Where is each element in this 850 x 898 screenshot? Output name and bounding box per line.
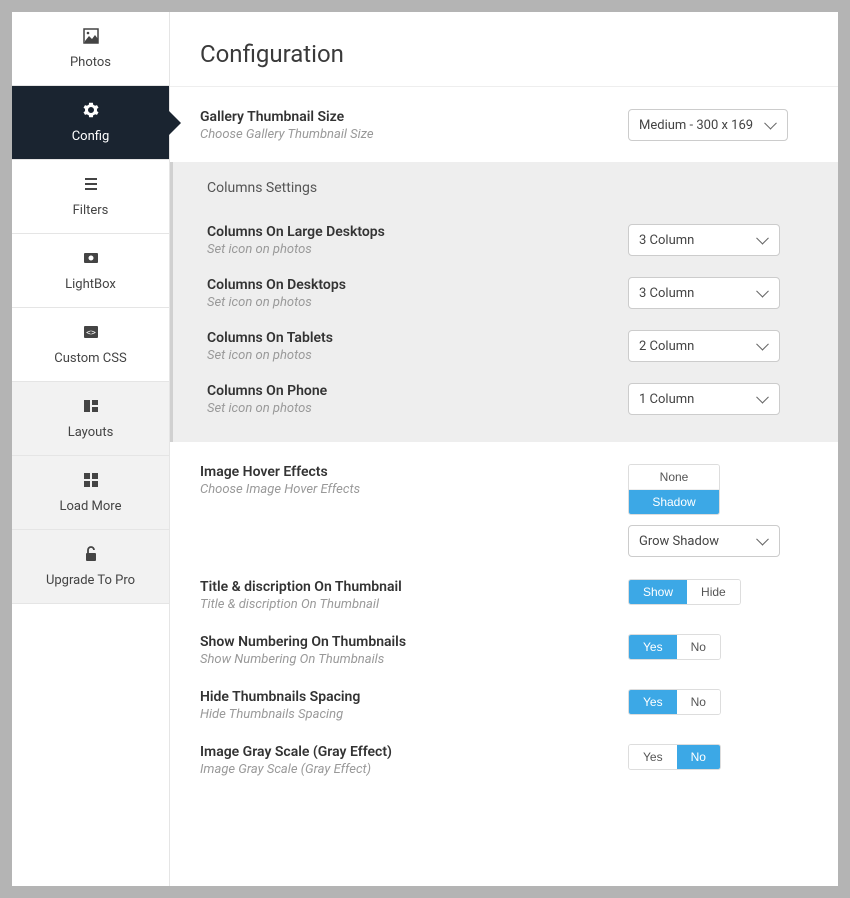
setting-desc: Choose Image Hover Effects [200,482,608,497]
hover-effects-toggle: None Shadow [628,464,720,515]
no-button[interactable]: No [677,635,720,659]
main-content: Configuration Gallery Thumbnail Size Cho… [170,12,838,886]
setting-desc: Set icon on photos [207,348,608,363]
setting-desc: Set icon on photos [207,242,608,257]
sidebar-item-photos[interactable]: Photos [12,12,169,86]
sidebar-item-label: Layouts [68,425,114,440]
col-desktop-select[interactable]: 3 Column [628,277,780,309]
show-button[interactable]: Show [629,580,687,604]
spacing-toggle: Yes No [628,689,721,715]
sidebar: Photos Config Filters LightBox <> Custom… [12,12,170,886]
setting-thumbnail-size: Gallery Thumbnail Size Choose Gallery Th… [170,87,838,142]
page-header: Configuration [170,12,838,87]
setting-label: Columns On Tablets [207,330,608,346]
gray-toggle: Yes No [628,744,721,770]
settings-content: Gallery Thumbnail Size Choose Gallery Th… [170,87,838,789]
no-button[interactable]: No [677,745,720,769]
code-icon: <> [83,323,99,341]
sidebar-item-label: Upgrade To Pro [46,573,135,588]
setting-label: Image Gray Scale (Gray Effect) [200,744,608,760]
setting-gray: Image Gray Scale (Gray Effect) Image Gra… [170,722,838,777]
lightbox-icon [83,249,99,267]
sidebar-item-upgrade[interactable]: Upgrade To Pro [12,530,169,604]
hide-button[interactable]: Hide [687,580,740,604]
setting-label: Columns On Desktops [207,277,608,293]
hover-none-button[interactable]: None [629,465,719,490]
sidebar-item-label: Filters [73,203,109,218]
unlock-icon [84,545,98,563]
numbering-toggle: Yes No [628,634,721,660]
svg-text:<>: <> [86,328,96,337]
sidebar-item-loadmore[interactable]: Load More [12,456,169,530]
title-desc-toggle: Show Hide [628,579,741,605]
layouts-icon [83,397,99,415]
setting-desc: Image Gray Scale (Gray Effect) [200,762,608,777]
setting-desc: Set icon on photos [207,401,608,416]
sidebar-item-customcss[interactable]: <> Custom CSS [12,308,169,382]
col-tablet-select[interactable]: 2 Column [628,330,780,362]
setting-label: Image Hover Effects [200,464,608,480]
hover-effect-select[interactable]: Grow Shadow [628,525,780,557]
gear-icon [83,101,99,119]
setting-numbering: Show Numbering On Thumbnails Show Number… [170,612,838,667]
setting-title-desc: Title & discription On Thumbnail Title &… [170,557,838,612]
setting-label: Columns On Large Desktops [207,224,608,240]
setting-spacing: Hide Thumbnails Spacing Hide Thumbnails … [170,667,838,722]
sidebar-item-filters[interactable]: Filters [12,160,169,234]
setting-label: Show Numbering On Thumbnails [200,634,608,650]
setting-desc: Title & discription On Thumbnail [200,597,608,612]
sidebar-item-label: LightBox [65,277,116,292]
yes-button[interactable]: Yes [629,690,677,714]
hover-shadow-button[interactable]: Shadow [629,490,719,514]
setting-col-large: Columns On Large Desktops Set icon on ph… [173,204,838,257]
sidebar-item-layouts[interactable]: Layouts [12,382,169,456]
setting-desc: Set icon on photos [207,295,608,310]
sidebar-item-lightbox[interactable]: LightBox [12,234,169,308]
setting-label: Title & discription On Thumbnail [200,579,608,595]
setting-label: Hide Thumbnails Spacing [200,689,608,705]
sidebar-item-config[interactable]: Config [12,86,169,160]
yes-button[interactable]: Yes [629,745,677,769]
thumbnail-size-select[interactable]: Medium - 300 x 169 [628,109,788,141]
col-large-select[interactable]: 3 Column [628,224,780,256]
page-title: Configuration [200,40,808,68]
panel-title: Columns Settings [173,180,838,204]
filters-icon [83,175,99,193]
setting-desc: Show Numbering On Thumbnails [200,652,608,667]
yes-button[interactable]: Yes [629,635,677,659]
col-phone-select[interactable]: 1 Column [628,383,780,415]
sidebar-item-label: Load More [60,499,122,514]
sidebar-item-label: Custom CSS [54,351,126,366]
app-window: Photos Config Filters LightBox <> Custom… [12,12,838,886]
setting-hover-effects: Image Hover Effects Choose Image Hover E… [170,442,838,557]
setting-desc: Hide Thumbnails Spacing [200,707,608,722]
setting-col-tablet: Columns On Tablets Set icon on photos 2 … [173,310,838,363]
no-button[interactable]: No [677,690,720,714]
grid-icon [84,471,98,489]
columns-settings-panel: Columns Settings Columns On Large Deskto… [170,162,838,442]
photos-icon [83,27,99,45]
setting-label: Columns On Phone [207,383,608,399]
sidebar-item-label: Config [72,129,110,144]
setting-col-desktop: Columns On Desktops Set icon on photos 3… [173,257,838,310]
sidebar-item-label: Photos [70,55,111,70]
setting-col-phone: Columns On Phone Set icon on photos 1 Co… [173,363,838,416]
setting-desc: Choose Gallery Thumbnail Size [200,127,608,142]
setting-label: Gallery Thumbnail Size [200,109,608,125]
